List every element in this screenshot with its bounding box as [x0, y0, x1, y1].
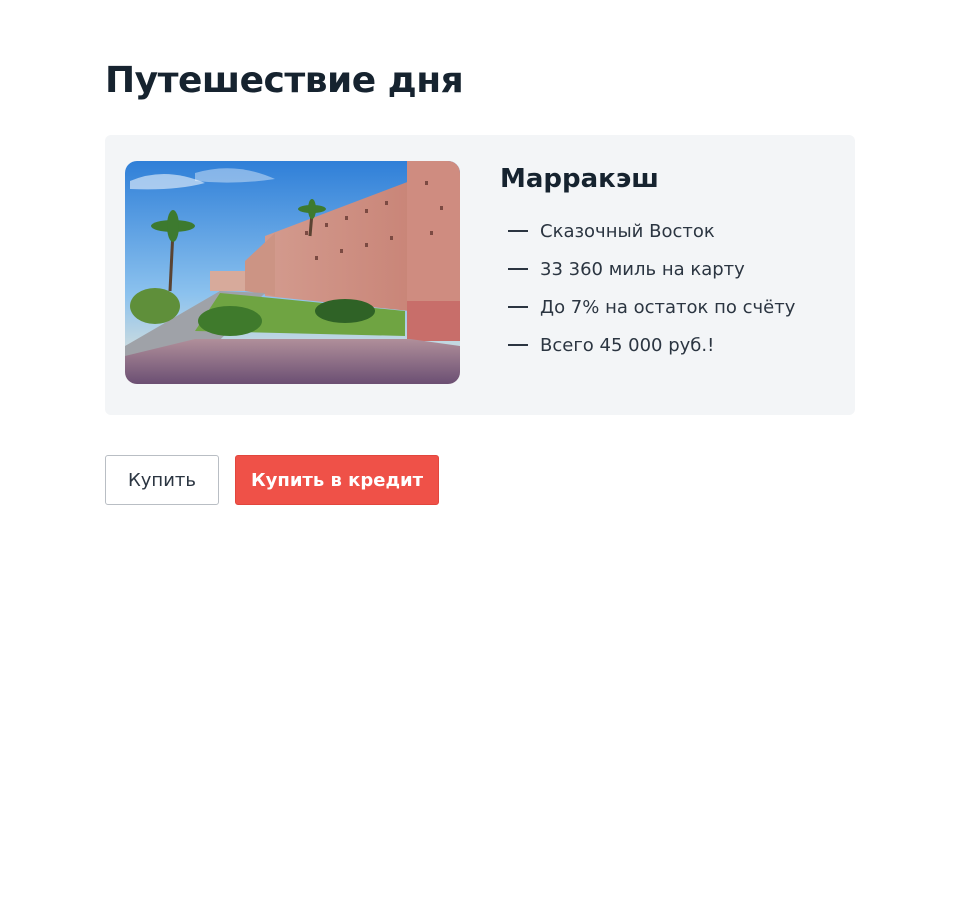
buy-on-credit-button[interactable]: Купить в кредит	[235, 455, 439, 505]
offer-feature-item: 33 360 миль на карту	[500, 250, 840, 288]
offer-feature-item: Всего 45 000 руб.!	[500, 326, 840, 364]
offer-details: Марракэш Сказочный Восток 33 360 миль на…	[500, 161, 840, 364]
offer-card: Марракэш Сказочный Восток 33 360 миль на…	[105, 135, 855, 415]
offer-feature-text: Всего 45 000 руб.!	[540, 334, 715, 356]
offer-image	[125, 161, 460, 384]
offer-feature-text: Сказочный Восток	[540, 220, 715, 242]
offer-feature-item: Сказочный Восток	[500, 212, 840, 250]
buy-button[interactable]: Купить	[105, 455, 219, 505]
dash-icon	[508, 306, 528, 308]
offer-city-title: Марракэш	[500, 164, 659, 194]
offer-actions: Купить Купить в кредит	[105, 455, 439, 505]
offer-feature-text: 33 360 миль на карту	[540, 258, 745, 280]
offer-feature-text: До 7% на остаток по счёту	[540, 296, 796, 318]
offer-features-list: Сказочный Восток 33 360 миль на карту До…	[500, 212, 840, 364]
dash-icon	[508, 344, 528, 346]
dash-icon	[508, 230, 528, 232]
page-title: Путешествие дня	[105, 60, 464, 101]
dash-icon	[508, 268, 528, 270]
offer-feature-item: До 7% на остаток по счёту	[500, 288, 840, 326]
